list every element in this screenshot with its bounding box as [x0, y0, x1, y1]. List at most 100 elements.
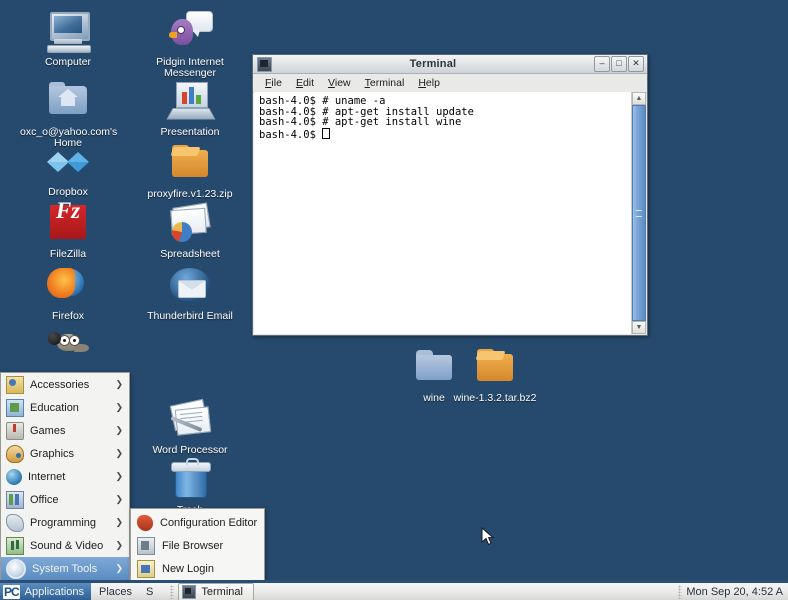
- terminal-window[interactable]: Terminal – □ ✕ File Edit View Terminal H…: [252, 54, 648, 336]
- menu-item-accessories[interactable]: Accessories ❯: [1, 373, 129, 396]
- submenu-item-file-browser[interactable]: File Browser: [131, 534, 264, 557]
- desktop-icon-pidgin[interactable]: Pidgin Internet Messenger: [142, 8, 238, 79]
- panel-drag-handle[interactable]: [170, 584, 175, 599]
- desktop-icon-filezilla[interactable]: Fz FileZilla: [20, 199, 116, 260]
- system-menu[interactable]: S: [139, 586, 160, 598]
- desktop-icon-label: Firefox: [51, 310, 85, 322]
- submenu-item-new-login[interactable]: New Login: [131, 557, 264, 580]
- minimize-button[interactable]: –: [594, 56, 610, 72]
- desktop-icon-wine-archive[interactable]: wine-1.3.2.tar.bz2: [447, 344, 543, 404]
- desktop-icon-firefox[interactable]: Firefox: [20, 262, 116, 322]
- menu-terminal[interactable]: Terminal: [358, 76, 412, 90]
- desktop-icon-label: FileZilla: [49, 248, 87, 260]
- desktop-icon-spreadsheet[interactable]: Spreadsheet: [142, 200, 238, 260]
- folder-home-icon: [44, 78, 92, 124]
- scroll-down-arrow[interactable]: ▼: [632, 321, 646, 334]
- config-editor-icon: [137, 514, 153, 531]
- chevron-right-icon: ❯: [115, 517, 123, 527]
- chevron-right-icon: ❯: [115, 402, 123, 412]
- terminal-body[interactable]: bash-4.0$ # uname -a bash-4.0$ # apt-get…: [254, 92, 646, 334]
- presentation-icon: [166, 78, 216, 124]
- zip-folder-icon: [166, 140, 214, 186]
- menu-item-office[interactable]: Office ❯: [1, 488, 129, 511]
- maximize-icon: □: [616, 58, 622, 68]
- desktop-icon-presentation[interactable]: Presentation: [142, 78, 238, 138]
- menu-item-education[interactable]: Education ❯: [1, 396, 129, 419]
- clock[interactable]: Mon Sep 20, 4:52 A: [686, 586, 788, 598]
- terminal-menubar[interactable]: File Edit View Terminal Help: [253, 74, 647, 93]
- terminal-line: bash-4.0$ # apt-get install wine: [259, 116, 462, 129]
- chevron-right-icon: ❯: [115, 471, 123, 481]
- desktop-icon-thunderbird[interactable]: Thunderbird Email: [142, 262, 238, 322]
- chevron-right-icon: ❯: [115, 540, 123, 550]
- education-icon: [6, 398, 24, 417]
- menu-item-label: System Tools: [32, 562, 98, 575]
- places-menu[interactable]: Places: [92, 586, 139, 598]
- terminal-icon: [257, 56, 272, 72]
- chevron-right-icon: ❯: [115, 425, 123, 435]
- sound-video-icon: [6, 536, 24, 555]
- desktop-icon-label: Computer: [44, 56, 92, 68]
- desktop-icon-dropbox[interactable]: Dropbox: [20, 138, 116, 198]
- desktop-icon-word-processor[interactable]: Word Processor: [142, 396, 238, 456]
- word-processor-icon: [166, 396, 214, 442]
- window-list-item-terminal[interactable]: Terminal: [178, 582, 254, 600]
- graphics-icon: [6, 444, 24, 463]
- submenu-item-configuration-editor[interactable]: Configuration Editor: [131, 511, 264, 534]
- submenu-item-label: Configuration Editor: [160, 516, 258, 529]
- menu-item-label: Office: [30, 493, 59, 506]
- menu-item-programming[interactable]: Programming ❯: [1, 511, 129, 534]
- trash-icon: [166, 456, 214, 502]
- panel-drag-handle[interactable]: [678, 584, 683, 599]
- terminal-icon: [182, 584, 197, 599]
- spreadsheet-icon: [166, 200, 214, 246]
- maximize-button[interactable]: □: [611, 56, 627, 72]
- filezilla-icon: Fz: [44, 199, 92, 246]
- desktop-icon-proxyfire-zip[interactable]: proxyfire.v1.23.zip: [142, 140, 238, 200]
- window-list-item-label: Terminal: [201, 585, 243, 598]
- menu-item-label: Internet: [28, 470, 66, 483]
- menu-item-sound-video[interactable]: Sound & Video ❯: [1, 534, 129, 557]
- window-list[interactable]: Terminal: [160, 582, 674, 600]
- menu-item-label: Games: [30, 424, 66, 437]
- new-login-icon: [137, 559, 155, 578]
- desktop-icon-trash[interactable]: Trash: [142, 456, 238, 516]
- scroll-up-arrow[interactable]: ▲: [632, 92, 646, 105]
- terminal-titlebar[interactable]: Terminal – □ ✕: [253, 55, 647, 74]
- terminal-cursor: [322, 127, 331, 139]
- menu-item-internet[interactable]: Internet ❯: [1, 465, 129, 488]
- desktop[interactable]: Computer oxc_o@yahoo.com's Home Dropbox …: [0, 0, 788, 600]
- menu-item-games[interactable]: Games ❯: [1, 419, 129, 442]
- menu-view[interactable]: View: [321, 76, 358, 90]
- accessories-icon: [6, 375, 24, 394]
- zip-folder-icon: [471, 344, 519, 390]
- desktop-icon-computer[interactable]: Computer: [20, 8, 116, 68]
- menu-edit[interactable]: Edit: [289, 76, 321, 90]
- menu-help[interactable]: Help: [411, 76, 447, 90]
- menu-item-label: Accessories: [30, 378, 90, 391]
- terminal-output[interactable]: bash-4.0$ # uname -a bash-4.0$ # apt-get…: [254, 92, 631, 334]
- taskbar[interactable]: PC Applications Places S Terminal Mon Se…: [0, 580, 788, 600]
- menu-item-label: Programming: [30, 516, 97, 529]
- scroll-thumb[interactable]: [632, 105, 646, 321]
- programming-icon: [6, 513, 24, 532]
- submenu-item-label: File Browser: [162, 539, 224, 552]
- menu-item-label: Education: [30, 401, 79, 414]
- chevron-right-icon: ❯: [115, 379, 123, 389]
- close-button[interactable]: ✕: [628, 56, 644, 72]
- terminal-line: bash-4.0$: [259, 128, 323, 141]
- computer-icon: [44, 8, 92, 54]
- terminal-scrollbar[interactable]: ▲ ▼: [631, 92, 646, 334]
- applications-button[interactable]: PC Applications: [0, 583, 91, 600]
- menu-item-label: Graphics: [30, 447, 75, 460]
- applications-menu[interactable]: Accessories ❯ Education ❯ Games ❯ Graphi…: [0, 372, 130, 580]
- pidgin-icon: [166, 8, 214, 54]
- menu-item-system-tools[interactable]: System Tools ❯: [1, 557, 129, 580]
- system-tools-icon: [6, 558, 26, 579]
- menu-file[interactable]: File: [258, 76, 289, 90]
- menu-item-graphics[interactable]: Graphics ❯: [1, 442, 129, 465]
- chevron-right-icon: ❯: [115, 448, 123, 458]
- close-icon: ✕: [632, 58, 640, 68]
- terminal-title: Terminal: [409, 58, 457, 70]
- menu-item-label: Sound & Video: [30, 539, 104, 552]
